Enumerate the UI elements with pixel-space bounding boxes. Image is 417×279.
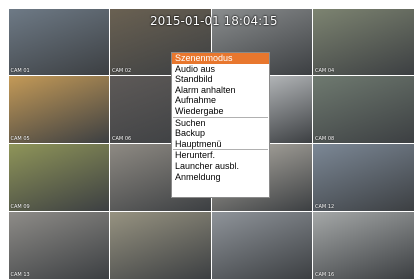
menu-item[interactable]: Launcher ausbl.	[172, 161, 269, 172]
camera-tile[interactable]	[110, 211, 211, 279]
context-menu: Szenenmodus Audio aus Standbild Alarm anhal…	[171, 52, 270, 198]
camera-tile[interactable]: CAM 08	[313, 76, 414, 143]
menu-item[interactable]: Herunterf.	[172, 150, 269, 161]
camera-label: CAM 09	[10, 203, 30, 210]
menu-item[interactable]: Standbild	[172, 74, 269, 85]
menu-item[interactable]: Wiedergabe	[172, 106, 269, 117]
camera-label: CAM 12	[315, 203, 335, 210]
datetime-overlay: 2015-01-01 18:04:15	[150, 14, 278, 28]
camera-tile[interactable]: CAM 04	[313, 8, 414, 76]
camera-label: CAM 02	[112, 68, 132, 75]
camera-tile[interactable]: CAM 09	[8, 144, 109, 211]
menu-item[interactable]: Hauptmenü	[172, 139, 269, 150]
camera-tile[interactable]: CAM 16	[313, 211, 414, 279]
menu-item[interactable]: Suchen	[172, 118, 269, 129]
camera-tile[interactable]: CAM 05	[8, 76, 109, 143]
camera-label: CAM 13	[10, 271, 30, 278]
camera-label: CAM 05	[10, 136, 30, 142]
camera-tile[interactable]: CAM 13	[8, 211, 109, 279]
menu-item[interactable]: Aufnahme	[172, 95, 269, 106]
menu-item[interactable]: Anmeldung	[172, 172, 269, 183]
menu-item[interactable]: Backup	[172, 128, 269, 139]
camera-label: CAM 06	[112, 136, 132, 142]
menu-item[interactable]: Alarm anhalten	[172, 85, 269, 96]
camera-label: CAM 08	[315, 136, 335, 142]
camera-tile[interactable]: CAM 12	[313, 144, 414, 211]
camera-tile[interactable]: CAM 01	[8, 8, 109, 76]
camera-label: CAM 01	[10, 68, 30, 75]
camera-label: CAM 04	[315, 68, 335, 75]
camera-label: CAM 16	[315, 271, 335, 278]
menu-item[interactable]: Audio aus	[172, 64, 269, 75]
menu-item[interactable]: Szenenmodus	[172, 53, 269, 64]
dvr-live-view: CAM 01 CAM 02 CAM 04 CAM 05 CAM 06 CAM 08 CAM …	[0, 0, 417, 279]
camera-tile[interactable]	[211, 211, 312, 279]
